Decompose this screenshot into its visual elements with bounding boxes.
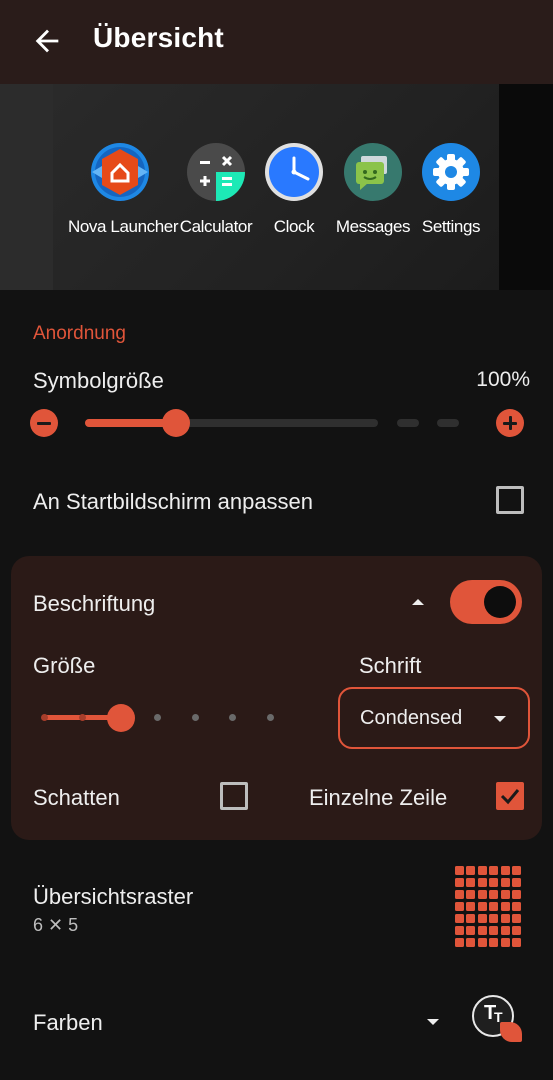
preview-app-label: Settings (421, 217, 481, 236)
preview-app-settings: Settings (399, 142, 503, 237)
fit-home-checkbox[interactable] (496, 486, 524, 514)
grid-icon[interactable] (455, 866, 521, 950)
text-color-icon[interactable]: T T (472, 995, 522, 1042)
preview-app-label: Nova Launcher (68, 217, 179, 236)
grid-cell (511, 866, 521, 875)
checkmark-icon (500, 789, 520, 805)
grid-cell (466, 902, 476, 911)
grid-cell (511, 914, 521, 923)
grid-cell (455, 890, 464, 899)
slider-step (192, 714, 199, 721)
drawer-preview: Nova Launcher Calculator Clock Messages … (0, 84, 553, 290)
grid-cell (489, 878, 499, 887)
grid-cell (466, 866, 476, 875)
increase-icon-size-button[interactable] (496, 409, 524, 437)
grid-cell (466, 890, 476, 899)
grid-cell (477, 890, 487, 899)
grid-cell (455, 926, 464, 935)
grid-cell (466, 938, 476, 947)
settings-icon (422, 143, 480, 201)
colors-caret-icon[interactable] (427, 1019, 439, 1025)
font-dropdown[interactable]: Condensed (338, 687, 530, 749)
grid-cell (477, 866, 487, 875)
single-line-label: Einzelne Zeile (309, 785, 448, 810)
grid-cell (511, 902, 521, 911)
accent-swatch (500, 1022, 522, 1042)
grid-label[interactable]: Übersichtsraster (33, 884, 193, 910)
grid-cell (489, 902, 499, 911)
grid-cell (511, 890, 521, 899)
font-label: Schrift (359, 653, 422, 678)
grid-cell (477, 902, 487, 911)
shadow-label: Schatten (33, 785, 120, 810)
grid-cell (500, 926, 510, 935)
slider-track-segment (397, 419, 419, 427)
icon-size-value: 100% (476, 368, 530, 391)
slider-step (267, 714, 274, 721)
grid-cell (455, 914, 464, 923)
grid-cell (466, 926, 476, 935)
grid-cell (500, 902, 510, 911)
grid-cell (455, 878, 464, 887)
app-bar: Übersicht (0, 0, 553, 84)
grid-cell (500, 878, 510, 887)
grid-cell (489, 866, 499, 875)
grid-cell (500, 866, 510, 875)
slider-thumb[interactable] (162, 409, 190, 437)
slider-step (41, 714, 48, 721)
labels-title: Beschriftung (33, 591, 156, 616)
collapse-caret-icon[interactable] (412, 599, 424, 605)
wallpaper-left (0, 84, 53, 290)
grid-cell (489, 926, 499, 935)
wallpaper-right (499, 84, 553, 290)
grid-cell (455, 902, 464, 911)
slider-thumb[interactable] (107, 704, 135, 732)
grid-value: 6 ✕ 5 (33, 915, 79, 935)
dropdown-caret-icon (494, 716, 506, 722)
messages-icon (344, 143, 402, 201)
grid-cell (477, 878, 487, 887)
back-arrow-icon[interactable] (30, 24, 64, 58)
size-label: Größe (33, 653, 96, 678)
fit-home-label: An Startbildschirm anpassen (33, 489, 314, 514)
section-header-layout: Anordnung (33, 323, 126, 344)
page-title: Übersicht (93, 22, 224, 53)
nova-launcher-icon (91, 143, 149, 201)
labels-toggle[interactable] (450, 580, 522, 624)
font-dropdown-value: Condensed (360, 707, 463, 729)
grid-cell (511, 926, 521, 935)
decrease-icon-size-button[interactable] (30, 409, 58, 437)
grid-cell (489, 914, 499, 923)
shadow-checkbox[interactable] (220, 782, 248, 810)
grid-cell (511, 938, 521, 947)
grid-cell (477, 914, 487, 923)
preview-app-nova: Nova Launcher (68, 142, 179, 237)
plus-icon-vertical (508, 416, 512, 430)
grid-cell (466, 878, 476, 887)
slider-step (79, 714, 86, 721)
grid-cell (477, 926, 487, 935)
grid-cell (489, 890, 499, 899)
clock-icon (265, 143, 323, 201)
grid-cell (489, 938, 499, 947)
minus-icon (37, 421, 51, 425)
grid-cell (511, 878, 521, 887)
colors-label[interactable]: Farben (33, 1010, 103, 1036)
grid-cell (500, 890, 510, 899)
grid-cell (477, 938, 487, 947)
toggle-knob (484, 586, 516, 618)
icon-size-label: Symbolgröße (33, 368, 164, 393)
calculator-icon (187, 143, 245, 201)
grid-cell (466, 914, 476, 923)
grid-cell (455, 938, 464, 947)
grid-cell (455, 866, 464, 875)
single-line-checkbox[interactable] (496, 782, 524, 810)
slider-track-segment (437, 419, 459, 427)
slider-step (229, 714, 236, 721)
grid-cell (500, 914, 510, 923)
grid-cell (500, 938, 510, 947)
slider-step (154, 714, 161, 721)
